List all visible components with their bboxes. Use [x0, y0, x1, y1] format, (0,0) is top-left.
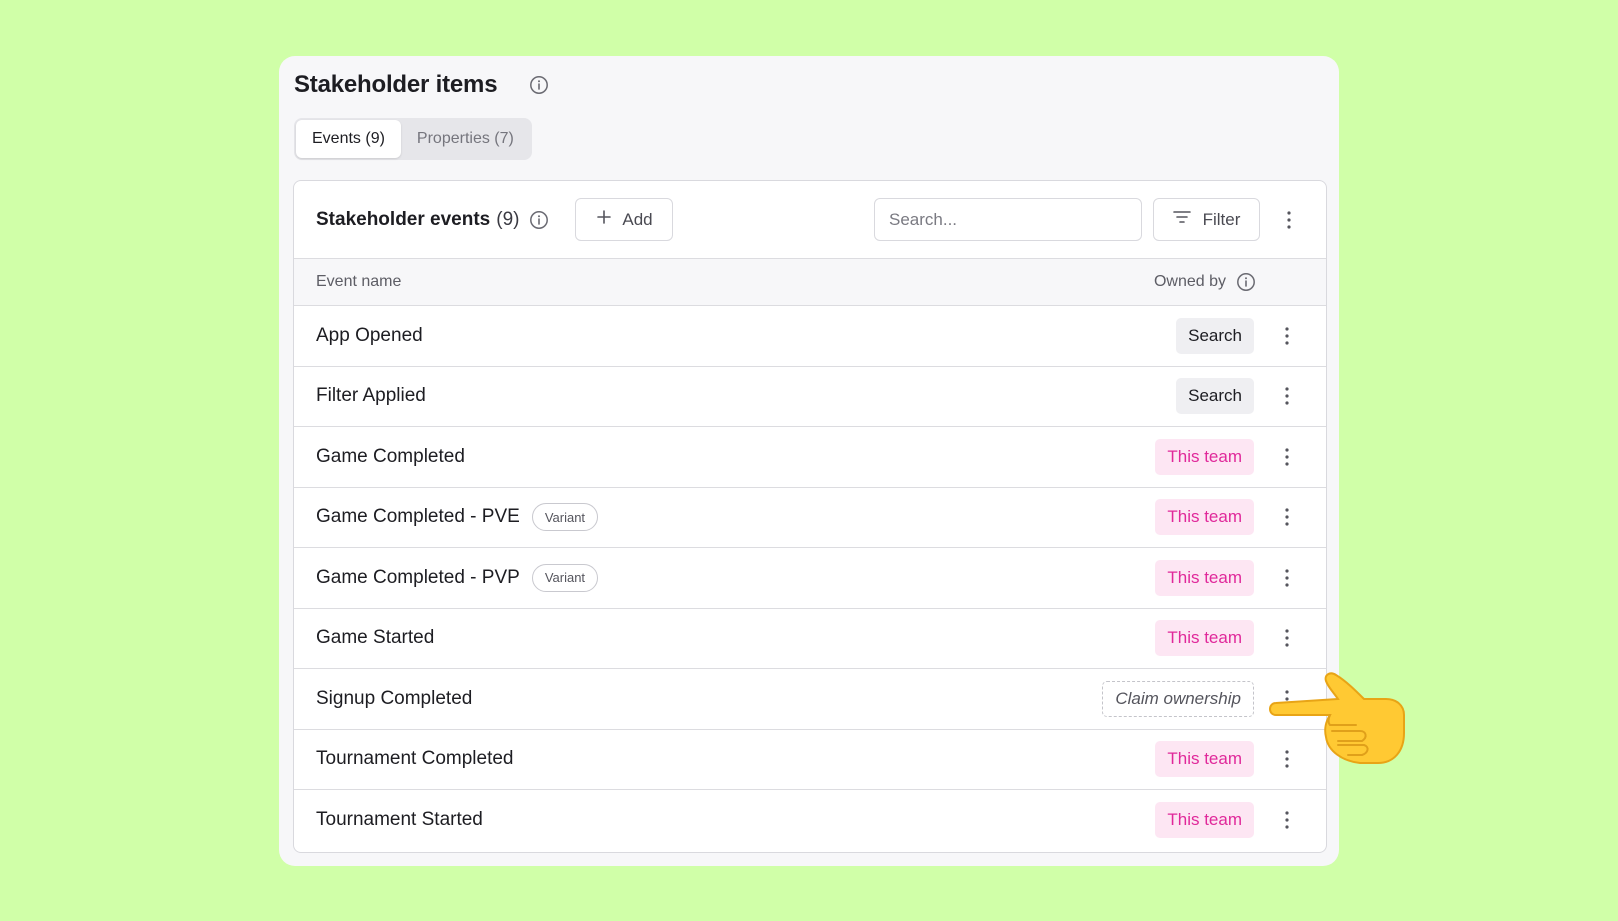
search-input[interactable]	[874, 198, 1142, 241]
panel-toolbar: Stakeholder events (9) Add Filter	[294, 181, 1326, 259]
kebab-icon[interactable]	[1272, 321, 1302, 351]
owner-badge: This team	[1155, 499, 1254, 536]
page-title: Stakeholder items	[294, 71, 498, 98]
table-row[interactable]: Signup Completed Claim ownership	[294, 669, 1326, 730]
owner-badge: This team	[1155, 802, 1254, 839]
event-name: Tournament Completed	[316, 748, 514, 770]
variant-badge: Variant	[531, 503, 599, 532]
event-name: Game Completed - PVP	[316, 566, 520, 588]
tab-events[interactable]: Events (9)	[296, 120, 401, 158]
events-panel: Stakeholder events (9) Add Filter	[293, 180, 1327, 853]
table-row[interactable]: Filter Applied Search	[294, 367, 1326, 427]
kebab-icon[interactable]	[1272, 563, 1302, 593]
table-row[interactable]: Game Completed This team	[294, 427, 1326, 488]
table-header: Event name Owned by	[294, 259, 1326, 306]
owner-badge: This team	[1155, 438, 1254, 475]
info-icon[interactable]	[529, 75, 549, 95]
owner-badge: This team	[1155, 620, 1254, 657]
kebab-icon[interactable]	[1272, 623, 1302, 653]
event-name: Game Completed - PVE	[316, 506, 520, 528]
kebab-icon[interactable]	[1272, 442, 1302, 472]
card-header: Stakeholder items	[294, 66, 549, 104]
event-name: App Opened	[316, 324, 423, 346]
column-owned-by: Owned by	[1154, 272, 1256, 292]
column-event-name: Event name	[316, 273, 402, 290]
add-button-label: Add	[622, 209, 653, 229]
table-row[interactable]: Tournament Started This team	[294, 790, 1326, 851]
table-row[interactable]: Game Completed - PVP Variant This team	[294, 548, 1326, 609]
event-name: Filter Applied	[316, 385, 426, 407]
event-name: Game Started	[316, 627, 435, 649]
info-icon[interactable]	[1236, 272, 1256, 292]
panel-count: (9)	[496, 208, 520, 230]
event-name: Signup Completed	[316, 687, 473, 709]
event-rows: App Opened Search Filter Applied Search …	[294, 306, 1326, 851]
tab-bar: Events (9) Properties (7)	[294, 118, 532, 160]
owner-badge: Search	[1176, 317, 1254, 354]
add-button[interactable]: Add	[575, 198, 674, 241]
event-name: Game Completed	[316, 445, 465, 467]
variant-badge: Variant	[531, 563, 599, 592]
plus-icon	[596, 209, 612, 230]
column-owned-by-label: Owned by	[1153, 273, 1226, 290]
owner-badge: This team	[1155, 741, 1254, 778]
table-row[interactable]: Tournament Completed This team	[294, 730, 1326, 790]
table-row[interactable]: App Opened Search	[294, 306, 1326, 367]
filter-button[interactable]: Filter	[1153, 198, 1260, 241]
event-name: Tournament Started	[316, 809, 483, 831]
kebab-icon[interactable]	[1272, 805, 1302, 835]
info-icon[interactable]	[529, 210, 549, 230]
table-row[interactable]: Game Started This team	[294, 609, 1326, 669]
kebab-icon[interactable]	[1272, 502, 1302, 532]
kebab-icon[interactable]	[1274, 205, 1304, 235]
kebab-icon[interactable]	[1272, 381, 1302, 411]
pointing-hand-icon	[1268, 671, 1408, 771]
panel-title: Stakeholder events	[316, 208, 491, 230]
filter-button-label: Filter	[1202, 209, 1241, 229]
stakeholder-items-card: Stakeholder items Events (9) Properties …	[279, 56, 1339, 866]
owner-badge: This team	[1155, 559, 1254, 596]
tab-properties[interactable]: Properties (7)	[401, 120, 530, 158]
table-row[interactable]: Game Completed - PVE Variant This team	[294, 488, 1326, 548]
claim-ownership-button[interactable]: Claim ownership	[1102, 680, 1254, 717]
filter-icon	[1172, 209, 1191, 230]
owner-badge: Search	[1176, 378, 1254, 415]
